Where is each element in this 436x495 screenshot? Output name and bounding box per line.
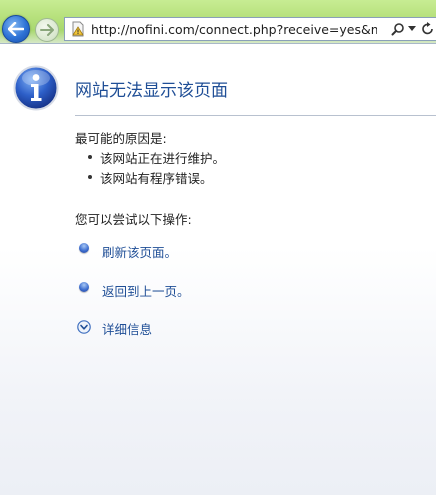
browser-toolbar: http://nofini.com/connect.php?receive=ye… bbox=[0, 0, 436, 44]
page-warning-icon bbox=[70, 21, 86, 37]
action-bullet-icon bbox=[79, 243, 89, 253]
cause-item: 该网站正在进行维护。 bbox=[87, 148, 225, 167]
forward-arrow-icon bbox=[40, 24, 54, 36]
url-text[interactable]: http://nofini.com/connect.php?receive=ye… bbox=[91, 22, 377, 37]
refresh-page-link[interactable]: 刷新该页面。 bbox=[102, 242, 177, 261]
address-bar[interactable]: http://nofini.com/connect.php?receive=ye… bbox=[64, 17, 436, 41]
error-title: 网站无法显示该页面 bbox=[75, 81, 228, 101]
details-link[interactable]: 详细信息 bbox=[102, 319, 152, 338]
back-arrow-icon bbox=[8, 22, 24, 36]
actions-heading: 您可以尝试以下操作: bbox=[75, 212, 192, 227]
info-icon bbox=[13, 65, 59, 111]
forward-button[interactable] bbox=[35, 18, 59, 42]
refresh-icon[interactable] bbox=[422, 22, 434, 36]
search-icon[interactable] bbox=[391, 22, 405, 36]
action-bullet-icon bbox=[79, 282, 89, 292]
back-button[interactable] bbox=[2, 15, 30, 43]
chevron-down-icon[interactable] bbox=[408, 26, 416, 32]
go-back-link[interactable]: 返回到上一页。 bbox=[102, 281, 190, 300]
expand-chevron-icon[interactable] bbox=[77, 320, 91, 334]
cause-item: 该网站有程序错误。 bbox=[88, 168, 213, 187]
causes-heading: 最可能的原因是: bbox=[75, 131, 167, 146]
error-page: 网站无法显示该页面 最可能的原因是: 该网站正在进行维护。 该网站有程序错误。 … bbox=[0, 44, 436, 495]
divider bbox=[75, 115, 436, 116]
